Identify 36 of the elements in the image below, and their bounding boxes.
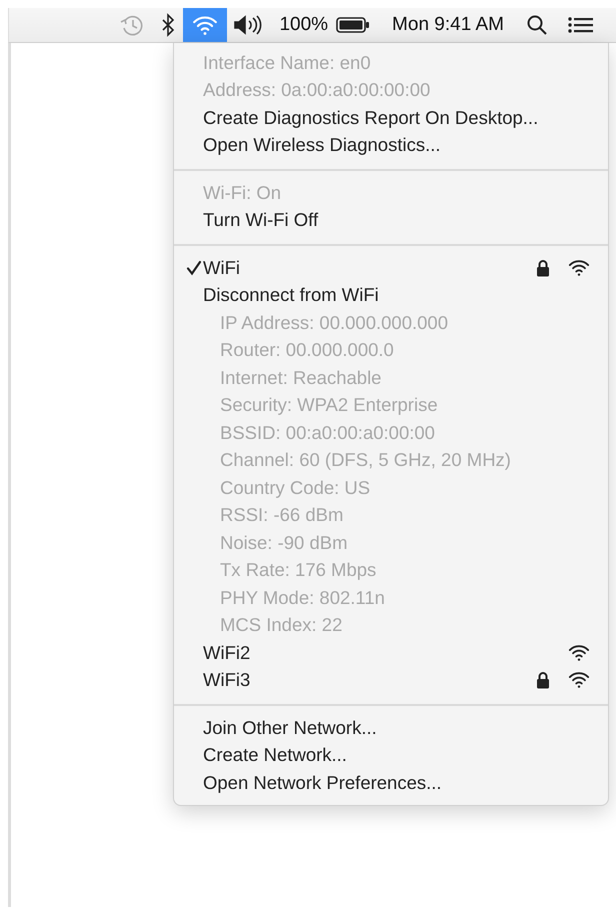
menu-item[interactable]: Join Other Network... xyxy=(174,714,608,742)
network-detail: IP Address: 00.000.000.000 xyxy=(219,310,450,335)
menu-item: Interface Name: en0 xyxy=(202,50,372,75)
menu-item: Wi-Fi: On xyxy=(202,180,282,205)
wifi-signal-icon xyxy=(568,258,590,277)
network-detail: Internet: Reachable xyxy=(219,366,382,390)
network-detail: Country Code: US xyxy=(219,476,372,500)
menu-item[interactable]: Turn Wi-Fi Off xyxy=(174,206,608,234)
network-detail: Channel: 60 (DFS, 5 GHz, 20 MHz) xyxy=(219,448,512,472)
network-detail: Security: WPA2 Enterprise xyxy=(219,393,439,418)
network-detail: BSSID: 00:a0:00:a0:00:00 xyxy=(219,420,436,445)
wifi-signal-icon xyxy=(568,644,590,662)
network-detail: Tx Rate: 176 Mbps xyxy=(219,558,378,582)
network-detail: MCS Index: 22 xyxy=(219,613,344,638)
battery-icon[interactable] xyxy=(336,16,370,34)
network-detail: RSSI: -66 dBm xyxy=(219,503,344,528)
clock-text[interactable]: Mon 9:41 AM xyxy=(392,14,504,36)
network-detail: Noise: -90 dBm xyxy=(219,530,348,555)
menu-item[interactable]: Disconnect from WiFi xyxy=(174,282,608,309)
selected-menu-extra[interactable] xyxy=(183,8,228,42)
network-item[interactable]: WiFi2 xyxy=(174,639,608,666)
network-detail: Router: 00.000.000.0 xyxy=(219,338,395,362)
wifi-signal-icon xyxy=(568,671,590,690)
battery-percent: 100% xyxy=(279,14,328,36)
menu-item[interactable]: Create Diagnostics Report On Desktop... xyxy=(174,104,608,132)
menu-item: Address: 0a:00:a0:00:00:00 xyxy=(202,78,432,102)
bluetooth-icon[interactable] xyxy=(161,13,176,37)
network-item[interactable]: WiFi xyxy=(174,254,608,282)
network-item[interactable]: WiFi3 xyxy=(174,666,608,694)
wifi-icon[interactable] xyxy=(192,14,218,36)
menu-item[interactable]: Create Network... xyxy=(174,742,608,769)
search-icon[interactable] xyxy=(526,14,548,36)
menu-item[interactable]: Open Wireless Diagnostics... xyxy=(174,132,608,159)
menu-icon[interactable] xyxy=(568,16,594,34)
menu-item[interactable]: Open Network Preferences... xyxy=(174,769,608,796)
network-detail: PHY Mode: 802.11n xyxy=(219,586,386,610)
